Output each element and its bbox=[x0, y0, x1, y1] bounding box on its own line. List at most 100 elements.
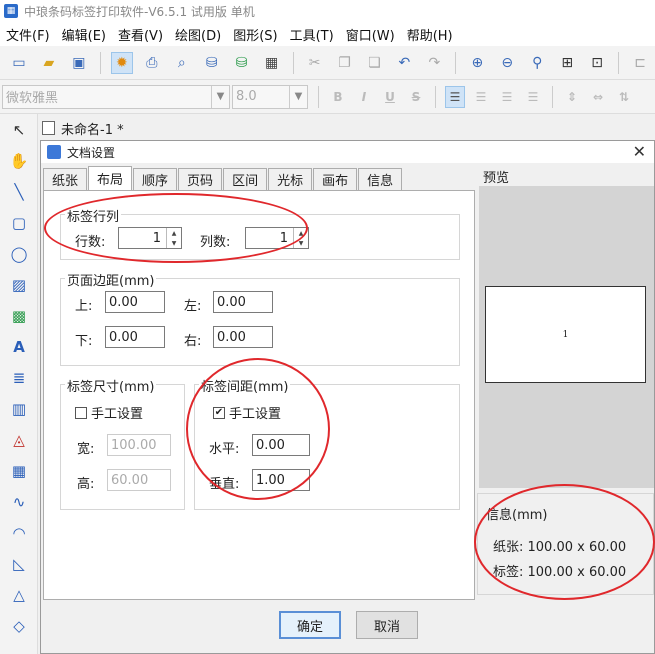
open-icon[interactable]: ▰ bbox=[38, 52, 60, 74]
dialog-icon bbox=[47, 145, 61, 159]
strikethrough-button[interactable]: S bbox=[406, 86, 426, 108]
diamond-icon[interactable]: ◇ bbox=[7, 614, 31, 638]
align-center-icon[interactable]: ☰ bbox=[471, 86, 491, 108]
database-link-icon[interactable]: ⛁ bbox=[231, 52, 253, 74]
align-right-icon[interactable]: ☰ bbox=[497, 86, 517, 108]
margins-title: 页面边距(mm) bbox=[65, 270, 157, 289]
triangle-icon[interactable]: △ bbox=[7, 583, 31, 607]
menu-shape[interactable]: 图形(S) bbox=[227, 25, 283, 44]
text-icon[interactable]: A bbox=[7, 335, 31, 359]
margin-bottom-input[interactable]: 0.00 bbox=[105, 326, 165, 348]
tab-order[interactable]: 顺序 bbox=[133, 168, 178, 190]
char-spacing-icon[interactable]: ⇔ bbox=[588, 86, 608, 108]
tab-cursor[interactable]: 光标 bbox=[268, 168, 313, 190]
fit-width-icon[interactable]: ⊡ bbox=[586, 52, 608, 74]
spin-up-icon[interactable]: ▲ bbox=[293, 228, 308, 238]
pan-icon[interactable]: ✋ bbox=[7, 149, 31, 173]
italic-button[interactable]: I bbox=[354, 86, 374, 108]
info-group: 信息(mm) 纸张: 100.00 x 60.00 标签: 100.00 x 6… bbox=[477, 493, 654, 595]
chevron-down-icon: ▼ bbox=[211, 85, 229, 108]
document-settings-dialog: 文档设置 ✕ 纸张 布局 顺序 页码 区间 光标 画布 信息 标签行列 行数: … bbox=[40, 140, 655, 654]
bold-button[interactable]: B bbox=[328, 86, 348, 108]
cancel-button[interactable]: 取消 bbox=[356, 611, 418, 639]
arc-icon[interactable]: ◠ bbox=[7, 521, 31, 545]
tab-range[interactable]: 区间 bbox=[223, 168, 268, 190]
rectangle-icon[interactable]: ▢ bbox=[7, 211, 31, 235]
tab-page-number[interactable]: 页码 bbox=[178, 168, 223, 190]
margins-group: 页面边距(mm) 上: 0.00 左: 0.00 下: 0.00 右: 0.00 bbox=[60, 270, 460, 366]
document-tab[interactable]: 未命名-1 * bbox=[42, 117, 124, 139]
settings-icon[interactable]: ✹ bbox=[110, 51, 133, 74]
print-icon[interactable]: ⎙ bbox=[141, 52, 163, 74]
tab-layout[interactable]: 布局 bbox=[88, 166, 133, 190]
window-title: 中琅条码标签打印软件-V6.5.1 试用版 单机 bbox=[24, 4, 255, 19]
close-icon[interactable]: ✕ bbox=[633, 142, 646, 161]
label-size-manual-checkbox[interactable]: 手工设置 bbox=[75, 403, 143, 422]
align-justify-icon[interactable]: ☰ bbox=[523, 86, 543, 108]
paste-icon[interactable]: ❏ bbox=[363, 52, 385, 74]
fit-page-icon[interactable]: ⊞ bbox=[556, 52, 578, 74]
height-input[interactable]: 60.00 bbox=[107, 469, 171, 491]
zoom-icon[interactable]: ⚲ bbox=[526, 52, 548, 74]
spin-down-icon[interactable]: ▼ bbox=[166, 238, 181, 248]
barcode-icon[interactable]: ▥ bbox=[7, 397, 31, 421]
menu-view[interactable]: 查看(V) bbox=[112, 25, 169, 44]
zoom-in-icon[interactable]: ⊕ bbox=[466, 52, 488, 74]
margin-right-label: 右: bbox=[184, 334, 202, 349]
dialog-title-bar: 文档设置 bbox=[41, 141, 654, 163]
qrcode-icon[interactable]: ◬ bbox=[7, 428, 31, 452]
checkbox-checked-icon: ✔ bbox=[213, 406, 225, 419]
rich-text-icon[interactable]: ≣ bbox=[7, 366, 31, 390]
new-icon[interactable]: ▭ bbox=[8, 52, 30, 74]
select-icon[interactable]: ↖ bbox=[7, 118, 31, 142]
underline-button[interactable]: U bbox=[380, 86, 400, 108]
preview-label-text: 1 bbox=[562, 329, 569, 340]
print-preview-icon[interactable]: ⌕ bbox=[171, 52, 193, 74]
ok-button[interactable]: 确定 bbox=[279, 611, 341, 639]
spin-down-icon[interactable]: ▼ bbox=[293, 238, 308, 248]
line-spacing-icon[interactable]: ⇕ bbox=[562, 86, 582, 108]
spin-up-icon[interactable]: ▲ bbox=[166, 228, 181, 238]
curve-icon[interactable]: ∿ bbox=[7, 490, 31, 514]
gap-horizontal-input[interactable]: 0.00 bbox=[252, 434, 310, 456]
redo-icon[interactable]: ↷ bbox=[423, 52, 445, 74]
font-size-select[interactable]: 8.0 ▼ bbox=[232, 84, 308, 109]
image-icon[interactable]: ▨ bbox=[7, 273, 31, 297]
save-icon[interactable]: ▣ bbox=[68, 52, 90, 74]
font-name-select[interactable]: 微软雅黑 ▼ bbox=[2, 84, 230, 109]
margin-top-input[interactable]: 0.00 bbox=[105, 291, 165, 313]
menu-draw[interactable]: 绘图(D) bbox=[169, 25, 227, 44]
menu-window[interactable]: 窗口(W) bbox=[340, 25, 401, 44]
tab-canvas[interactable]: 画布 bbox=[313, 168, 358, 190]
table-icon[interactable]: ▦ bbox=[7, 459, 31, 483]
menu-edit[interactable]: 编辑(E) bbox=[56, 25, 112, 44]
tab-info[interactable]: 信息 bbox=[358, 168, 403, 190]
menu-file[interactable]: 文件(F) bbox=[0, 25, 56, 44]
ellipse-icon[interactable]: ◯ bbox=[7, 242, 31, 266]
rows-spinner[interactable]: 1 ▲ ▼ bbox=[118, 227, 182, 249]
zoom-out-icon[interactable]: ⊖ bbox=[496, 52, 518, 74]
menu-help[interactable]: 帮助(H) bbox=[401, 25, 459, 44]
gap-vertical-input[interactable]: 1.00 bbox=[252, 469, 310, 491]
label-size-group: 标签尺寸(mm) 手工设置 宽: 100.00 高: 60.00 bbox=[60, 376, 185, 510]
cut-icon[interactable]: ✂ bbox=[304, 52, 326, 74]
label-gap-manual-checkbox[interactable]: ✔ 手工设置 bbox=[213, 403, 281, 422]
copy-icon[interactable]: ❐ bbox=[334, 52, 356, 74]
menu-tools[interactable]: 工具(T) bbox=[284, 25, 340, 44]
grid-icon[interactable]: ▦ bbox=[261, 52, 283, 74]
cols-spinner[interactable]: 1 ▲ ▼ bbox=[245, 227, 309, 249]
margin-left-input[interactable]: 0.00 bbox=[213, 291, 273, 313]
text-direction-icon[interactable]: ⇅ bbox=[614, 86, 634, 108]
tab-paper[interactable]: 纸张 bbox=[43, 168, 88, 190]
align-icon[interactable]: ⊏ bbox=[629, 52, 651, 74]
polygon-icon[interactable]: ◺ bbox=[7, 552, 31, 576]
align-left-icon[interactable]: ☰ bbox=[445, 85, 465, 108]
database-icon[interactable]: ⛁ bbox=[201, 52, 223, 74]
margin-right-input[interactable]: 0.00 bbox=[213, 326, 273, 348]
undo-icon[interactable]: ↶ bbox=[393, 52, 415, 74]
layout-panel: 标签行列 行数: 1 ▲ ▼ 列数: 1 ▲ ▼ 页面边距(mm) 上: 0.0… bbox=[43, 190, 475, 600]
label-size-manual-label: 手工设置 bbox=[91, 407, 144, 422]
line-icon[interactable]: ╲ bbox=[7, 180, 31, 204]
picture-icon[interactable]: ▩ bbox=[7, 304, 31, 328]
width-input[interactable]: 100.00 bbox=[107, 434, 171, 456]
